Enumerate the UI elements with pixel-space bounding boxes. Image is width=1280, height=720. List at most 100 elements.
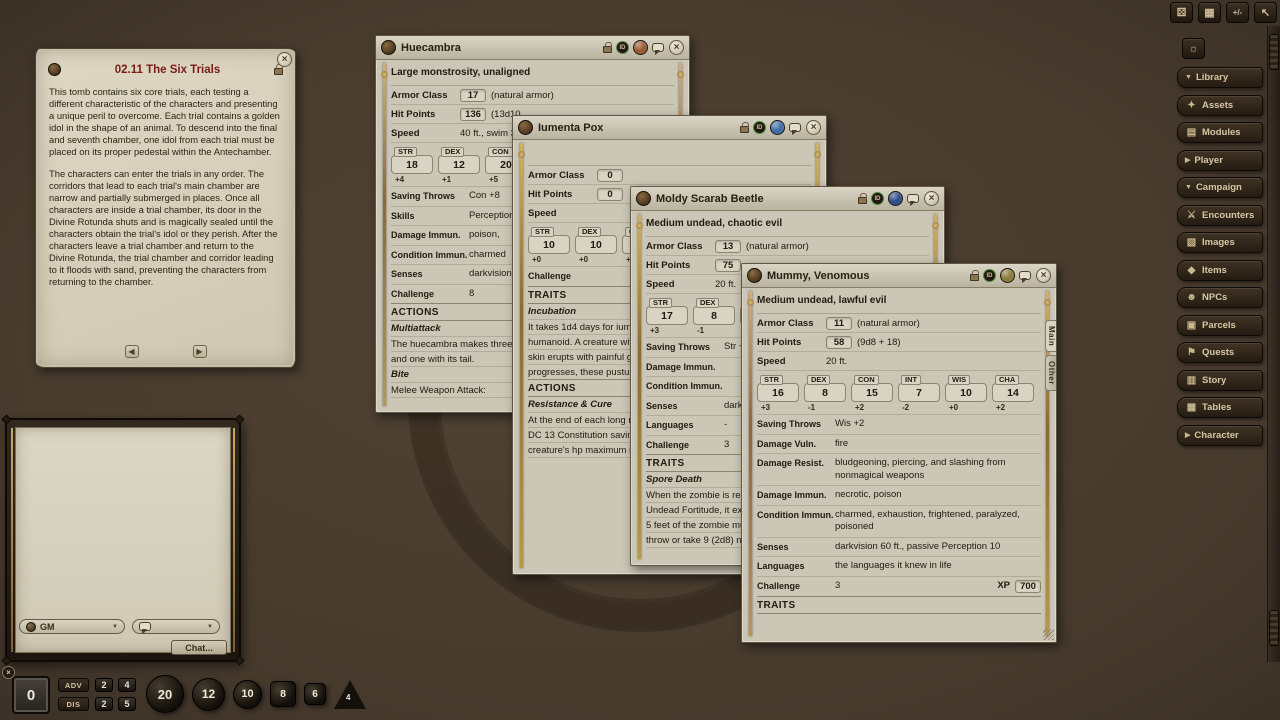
- lock-icon[interactable]: [858, 197, 867, 204]
- sidebar-item-encounters[interactable]: ⚔Encounters: [1177, 205, 1263, 226]
- ability-score-field[interactable]: 18: [391, 155, 433, 174]
- npc-window-mummy[interactable]: Mummy, VenomousID×Medium undead, lawful …: [741, 263, 1057, 643]
- advantage-button[interactable]: ADV: [58, 678, 89, 692]
- xp-value-field[interactable]: 700: [1015, 580, 1041, 593]
- id-badge[interactable]: ID: [616, 41, 629, 54]
- stat-value-field[interactable]: 0: [597, 188, 623, 201]
- chat-mode-dropdown[interactable]: ▼: [132, 619, 220, 634]
- detail-value: Wis +2: [835, 418, 1041, 431]
- prev-page-button[interactable]: ◀: [125, 345, 139, 358]
- token-icon[interactable]: [633, 40, 648, 55]
- chat-bubble-icon[interactable]: [652, 43, 664, 52]
- ability-score-field[interactable]: 10: [575, 235, 617, 254]
- die-d20[interactable]: 20: [146, 675, 184, 713]
- small-die-button[interactable]: 2: [95, 678, 113, 692]
- sidebar-item-items[interactable]: ◆Items: [1177, 260, 1263, 281]
- stat-value-field[interactable]: 17: [460, 89, 486, 102]
- ability-score-field[interactable]: 12: [438, 155, 480, 174]
- stat-value-field[interactable]: 11: [826, 317, 852, 330]
- sidebar-item-tables[interactable]: ▦Tables: [1177, 397, 1263, 418]
- ability-score-field[interactable]: 16: [757, 383, 799, 402]
- id-badge[interactable]: ID: [753, 121, 766, 134]
- sheet-tab-other[interactable]: Other: [1045, 355, 1057, 391]
- sidebar-item-library[interactable]: ▼Library: [1177, 67, 1263, 88]
- record-link-icon[interactable]: [636, 191, 651, 206]
- speaker-identity-dropdown[interactable]: GM ▼: [19, 619, 125, 634]
- dice-tower-button[interactable]: ⚄: [1170, 2, 1193, 23]
- chat-bubble-icon[interactable]: [907, 194, 919, 203]
- sidebar-item-images[interactable]: ▧Images: [1177, 232, 1263, 253]
- chat-window[interactable]: GM ▼ ▼ Chat...: [5, 418, 241, 662]
- ability-score-field[interactable]: 7: [898, 383, 940, 402]
- story-window[interactable]: 02.11 The Six Trials × This tomb contain…: [35, 48, 296, 368]
- resize-grip[interactable]: [1043, 629, 1054, 640]
- sidebar-grip-top[interactable]: [1269, 34, 1279, 70]
- ability-score-field[interactable]: 10: [945, 383, 987, 402]
- lock-icon[interactable]: [274, 68, 283, 75]
- options-gear-button[interactable]: ☼: [1182, 38, 1205, 59]
- record-panels-button[interactable]: ▦: [1198, 2, 1221, 23]
- token-icon[interactable]: [770, 120, 785, 135]
- sidebar-item-assets[interactable]: ✦Assets: [1177, 95, 1263, 116]
- stat-value-field[interactable]: 0: [597, 169, 623, 182]
- small-die-button[interactable]: 4: [118, 678, 136, 692]
- chat-input-tab[interactable]: Chat...: [171, 640, 227, 655]
- close-button[interactable]: ×: [277, 52, 292, 67]
- die-d8[interactable]: 8: [270, 681, 296, 707]
- record-link-icon[interactable]: [518, 120, 533, 135]
- sidebar-rail[interactable]: [1267, 26, 1280, 662]
- lock-icon[interactable]: [603, 46, 612, 53]
- die-d6[interactable]: 6: [304, 683, 326, 705]
- close-button[interactable]: ×: [924, 191, 939, 206]
- chat-bubble-icon[interactable]: [789, 123, 801, 132]
- stat-value-field[interactable]: 13: [715, 240, 741, 253]
- sidebar-item-character[interactable]: ▶Character: [1177, 425, 1263, 446]
- next-page-button[interactable]: ▶: [193, 345, 207, 358]
- sidebar-grip-bottom[interactable]: [1269, 610, 1279, 646]
- ability-score-field[interactable]: 8: [693, 306, 735, 325]
- ability-score-field[interactable]: 14: [992, 383, 1034, 402]
- record-link-icon[interactable]: [381, 40, 396, 55]
- stat-extra: (9d8 + 18): [857, 337, 901, 348]
- record-link-icon[interactable]: [747, 268, 762, 283]
- stat-value-field[interactable]: 58: [826, 336, 852, 349]
- small-die-button[interactable]: 2: [95, 697, 113, 711]
- id-badge[interactable]: ID: [983, 269, 996, 282]
- die-d12[interactable]: 12: [192, 678, 225, 711]
- sidebar-item-campaign[interactable]: ▼Campaign: [1177, 177, 1263, 198]
- chat-bubble-icon[interactable]: [1019, 271, 1031, 280]
- record-link-icon[interactable]: [48, 63, 61, 76]
- stat-value-field[interactable]: 136: [460, 108, 486, 121]
- ability-score-field[interactable]: 8: [804, 383, 846, 402]
- disadvantage-button[interactable]: DIS: [58, 697, 89, 711]
- sheet-tab-main[interactable]: Main: [1045, 320, 1057, 352]
- die-d10[interactable]: 10: [233, 680, 262, 709]
- window-titlebar[interactable]: HuecambraID×: [376, 36, 689, 60]
- window-titlebar[interactable]: Moldy Scarab BeetleID×: [631, 187, 944, 211]
- sidebar-item-npcs[interactable]: ☻NPCs: [1177, 287, 1263, 308]
- modifiers-button[interactable]: +/-: [1226, 2, 1249, 23]
- close-button[interactable]: ×: [806, 120, 821, 135]
- small-die-button[interactable]: 5: [118, 697, 136, 711]
- lock-icon[interactable]: [970, 274, 979, 281]
- close-button[interactable]: ×: [1036, 268, 1051, 283]
- sidebar-item-story[interactable]: ▥Story: [1177, 370, 1263, 391]
- close-button[interactable]: ×: [669, 40, 684, 55]
- lock-icon[interactable]: [740, 126, 749, 133]
- window-titlebar[interactable]: Mummy, VenomousID×: [742, 264, 1056, 288]
- id-badge[interactable]: ID: [871, 192, 884, 205]
- sidebar-item-player[interactable]: ▶Player: [1177, 150, 1263, 171]
- stat-value-field[interactable]: 75: [715, 259, 741, 272]
- sidebar-item-modules[interactable]: ▤Modules: [1177, 122, 1263, 143]
- ability-score-field[interactable]: 15: [851, 383, 893, 402]
- ability-score-field[interactable]: 10: [528, 235, 570, 254]
- modifier-stack-box[interactable]: 0: [12, 676, 50, 714]
- sidebar-item-parcels[interactable]: ▣Parcels: [1177, 315, 1263, 336]
- pointer-tools-button[interactable]: ↖: [1254, 2, 1277, 23]
- sidebar-item-quests[interactable]: ⚑Quests: [1177, 342, 1263, 363]
- die-d4[interactable]: 4: [334, 680, 366, 709]
- ability-score-field[interactable]: 17: [646, 306, 688, 325]
- token-icon[interactable]: [1000, 268, 1015, 283]
- token-icon[interactable]: [888, 191, 903, 206]
- window-titlebar[interactable]: Iumenta PoxID×: [513, 116, 826, 140]
